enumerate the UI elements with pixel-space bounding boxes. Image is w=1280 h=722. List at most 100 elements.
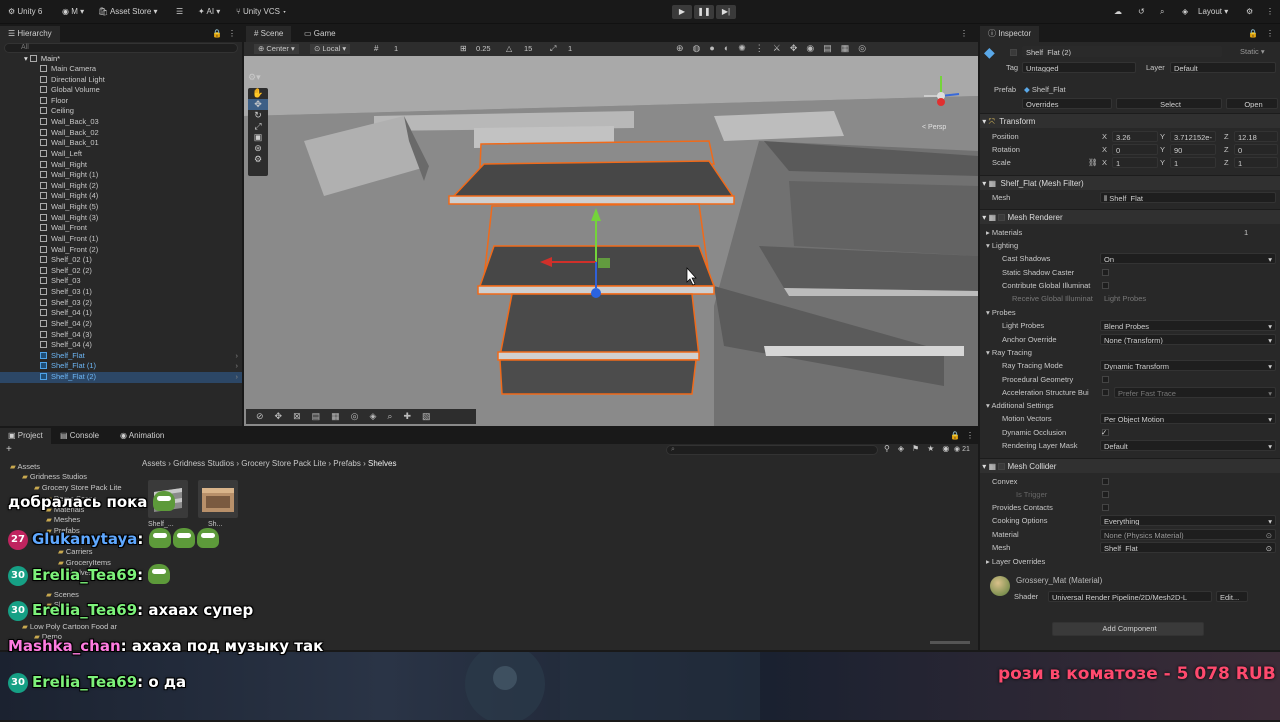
lock-icon[interactable]: 🔒 xyxy=(212,26,222,42)
scene-viewport[interactable] xyxy=(244,56,978,426)
renderer-dropdown[interactable]: Default ▾ xyxy=(1100,440,1276,451)
hierarchy-item[interactable]: Shelf_Flat (1) › xyxy=(0,361,242,372)
angle-icon[interactable]: △ xyxy=(506,44,512,54)
object-active-toggle[interactable] xyxy=(1010,46,1017,59)
hierarchy-item[interactable]: Wall_Back_01 xyxy=(0,138,242,149)
hierarchy-item[interactable]: Shelf_03 (2) xyxy=(0,298,242,309)
collider-field[interactable]: Everything ▾ xyxy=(1100,515,1276,526)
scene-menu-icon[interactable]: ⋮ xyxy=(960,26,968,42)
renderer-dropdown[interactable]: Per Object Motion ▾ xyxy=(1100,413,1276,424)
chevron-right-icon[interactable]: › xyxy=(236,361,239,372)
snap-value[interactable]: 0.25 xyxy=(476,44,491,54)
mesh-renderer-header[interactable]: ▾ ▦ Mesh Renderer xyxy=(980,209,1280,224)
layer-overrides-foldout[interactable]: ▸ Layer Overrides xyxy=(986,555,1045,568)
thumbnail-size-slider[interactable] xyxy=(930,641,970,644)
layers-icon[interactable]: ◈ xyxy=(1182,5,1188,19)
snap-icon[interactable]: ⊞ xyxy=(460,44,467,54)
open-button[interactable]: Open xyxy=(1226,98,1278,109)
project-menu-icon[interactable]: ⋮ xyxy=(966,428,974,444)
mesh-filter-mesh-field[interactable]: ⫴ Shelf_Flat xyxy=(1100,192,1276,203)
breadcrumb-item[interactable]: Shelves xyxy=(368,459,396,468)
renderer-dropdown[interactable]: Blend Probes ▾ xyxy=(1100,320,1276,331)
renderer-row-label[interactable]: ▾ Additional Settings xyxy=(986,399,1054,412)
tab-project[interactable]: ▣ Project xyxy=(0,428,51,444)
history-icon[interactable]: ↺ xyxy=(1138,5,1145,19)
hierarchy-item[interactable]: Shelf_04 (4) xyxy=(0,340,242,351)
hierarchy-item[interactable]: Wall_Right xyxy=(0,160,242,171)
scale-snap-icon[interactable]: ⤢ xyxy=(550,44,556,54)
rotate-tool-icon[interactable]: ↻ xyxy=(248,110,268,121)
hierarchy-item[interactable]: Shelf_04 (1) xyxy=(0,308,242,319)
project-search-input[interactable]: ⌕ xyxy=(666,445,878,455)
space-dropdown[interactable]: ⊙ Local ▾ xyxy=(310,44,351,54)
hierarchy-item[interactable]: Main Camera xyxy=(0,64,242,75)
transform-tool-icon[interactable]: ⊛ xyxy=(248,143,268,154)
breadcrumb-item[interactable]: Gridness Studios xyxy=(173,459,234,468)
project-folder[interactable]: ▰ Low Poly Cartoon Food ar xyxy=(22,622,117,633)
asset-thumbnail-2[interactable] xyxy=(198,480,238,518)
move-tool-icon[interactable]: ✥ xyxy=(248,99,268,110)
position-y-field[interactable]: 3.712152e- xyxy=(1170,131,1216,142)
hierarchy-item[interactable]: Shelf_Flat › xyxy=(0,351,242,362)
scale-x-axis-label[interactable]: X xyxy=(1102,156,1107,169)
collider-checkbox[interactable] xyxy=(1102,475,1109,488)
collider-field[interactable]: None (Physics Material) ⊙ xyxy=(1100,529,1276,540)
hierarchy-item[interactable]: Wall_Left xyxy=(0,149,242,160)
tab-hierarchy[interactable]: ☰ Hierarchy xyxy=(0,26,60,42)
add-component-button[interactable]: Add Component xyxy=(1052,622,1204,636)
hierarchy-item[interactable]: Shelf_04 (3) xyxy=(0,330,242,341)
snap-overlay-toolbar[interactable]: ⊘✥⊠▤▦◎◈⌕✚▧ xyxy=(246,409,476,424)
hierarchy-item[interactable]: Shelf_02 (2) xyxy=(0,266,242,277)
hierarchy-item[interactable]: Wall_Right (5) xyxy=(0,202,242,213)
tab-console[interactable]: ▤ Console xyxy=(52,428,107,444)
account-button[interactable]: ⚙ Unity 6 xyxy=(8,5,42,19)
view-options-icons[interactable]: ⊕◍●◐✺⋮⚔✥◉▤▦◎ xyxy=(676,43,875,54)
layout-dropdown[interactable]: Layout ▾ xyxy=(1198,5,1228,19)
collider-checkbox[interactable] xyxy=(1102,488,1109,501)
breadcrumb-item[interactable]: Assets xyxy=(142,459,166,468)
hierarchy-item[interactable]: Shelf_Flat (2) › xyxy=(0,371,242,383)
renderer-row-label[interactable]: ▾ Probes xyxy=(986,306,1016,319)
position-y-axis-label[interactable]: Y xyxy=(1160,130,1165,143)
hierarchy-menu-icon[interactable]: ⋮ xyxy=(228,26,236,42)
ai-button[interactable]: ✦ AI ▾ xyxy=(198,5,220,19)
position-x-axis-label[interactable]: X xyxy=(1102,130,1107,143)
hierarchy-item[interactable]: Floor xyxy=(0,96,242,107)
renderer-checkbox[interactable] xyxy=(1102,373,1109,386)
scale-x-field[interactable]: 1 xyxy=(1112,157,1158,168)
project-folder[interactable]: ▰ Meshes xyxy=(46,515,80,526)
hierarchy-item[interactable]: Wall_Back_02 xyxy=(0,128,242,139)
rotation-z-axis-label[interactable]: Z xyxy=(1224,143,1229,156)
hierarchy-item[interactable]: Shelf_04 (2) xyxy=(0,319,242,330)
step-button[interactable]: ▶| xyxy=(716,5,736,19)
position-z-field[interactable]: 12.18 xyxy=(1234,131,1278,142)
project-lock-icon[interactable]: 🔒 xyxy=(950,428,960,444)
user-button[interactable]: ◉ M ▾ xyxy=(62,5,84,19)
inspector-menu-icon[interactable]: ⋮ xyxy=(1266,26,1274,42)
search-icon[interactable]: ⌕ xyxy=(1160,5,1164,19)
renderer-checkbox[interactable] xyxy=(1102,386,1109,399)
hierarchy-item[interactable]: Wall_Front (1) xyxy=(0,234,242,245)
scale-y-field[interactable]: 1 xyxy=(1170,157,1216,168)
rotation-x-field[interactable]: 0 xyxy=(1112,144,1158,155)
rotation-x-axis-label[interactable]: X xyxy=(1102,143,1107,156)
hierarchy-item[interactable]: Shelf_02 (1) xyxy=(0,255,242,266)
rotation-z-field[interactable]: 0 xyxy=(1234,144,1278,155)
create-asset-icon[interactable]: + xyxy=(6,444,12,455)
hierarchy-item[interactable]: Wall_Back_03 xyxy=(0,117,242,128)
rotation-y-axis-label[interactable]: Y xyxy=(1160,143,1165,156)
breadcrumb-item[interactable]: Grocery Store Pack Lite xyxy=(241,459,326,468)
renderer-dropdown[interactable]: Prefer Fast Trace ▾ xyxy=(1114,387,1276,398)
asset-store-button[interactable]: 🛍 Asset Store ▾ xyxy=(98,5,158,19)
settings-icon[interactable]: ⚙ xyxy=(1246,5,1253,19)
scale-link-icon[interactable]: ⛓ xyxy=(1088,156,1098,169)
scale-snap-value[interactable]: 1 xyxy=(568,44,572,54)
cloud-icon[interactable]: ☁ xyxy=(1114,5,1122,19)
play-button[interactable]: ▶ xyxy=(672,5,692,19)
persp-label[interactable]: < Persp xyxy=(922,124,946,131)
tab-animation[interactable]: ◉ Animation xyxy=(112,428,172,444)
hierarchy-item[interactable]: Ceiling xyxy=(0,106,242,117)
renderer-row-label[interactable]: ▸ Materials xyxy=(986,226,1022,239)
static-toggle[interactable]: Static ▾ xyxy=(1240,45,1265,58)
menu-icon[interactable]: ☰ xyxy=(176,5,183,19)
